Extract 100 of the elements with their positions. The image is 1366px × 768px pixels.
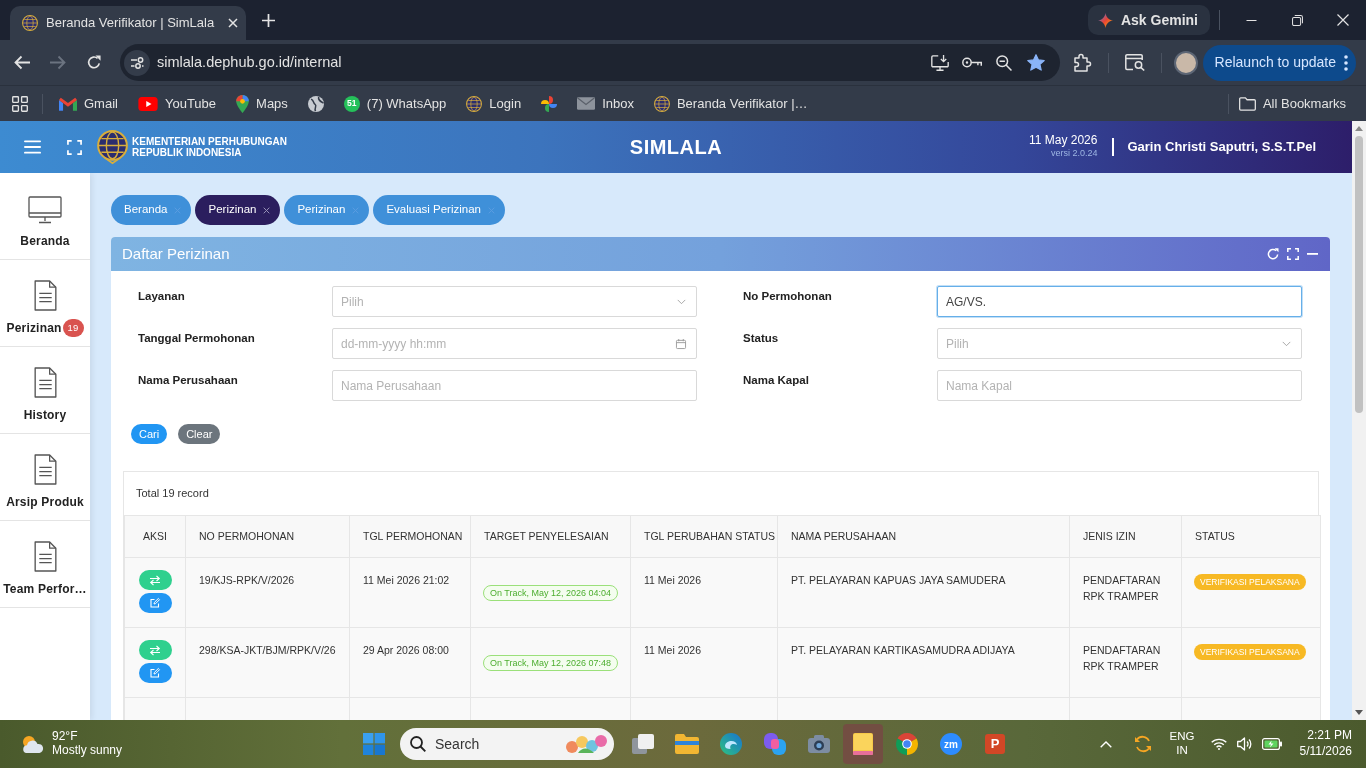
minimize-icon (1245, 19, 1257, 21)
table-cell: 11 Mei 2026 (630, 557, 778, 628)
puzzle-piece-icon (1073, 53, 1091, 72)
bookmark-link[interactable]: Beranda Verifikator |… (647, 90, 814, 117)
table-cell: 11 Mei 2026 21:02 (349, 557, 471, 628)
refresh-icon[interactable] (1267, 248, 1279, 260)
field-label: Nama Kapal (743, 373, 810, 388)
sidebar-item[interactable]: Team Perfor… (0, 521, 90, 608)
camera-icon (808, 735, 830, 753)
bookmark-link[interactable]: 51 (7) WhatsApp (337, 90, 453, 117)
monitor-icon (28, 196, 62, 224)
panel-title: Daftar Perizinan (122, 243, 231, 264)
sync-arrows-icon[interactable] (1133, 735, 1152, 753)
clock[interactable]: 2:21 PM 5/11/2026 (1299, 728, 1352, 760)
all-bookmarks-button[interactable]: All Bookmarks (1232, 90, 1352, 117)
site-settings-icon[interactable] (124, 49, 150, 76)
edit-button[interactable] (138, 593, 172, 613)
battery-charging-icon[interactable] (1261, 738, 1282, 750)
search-field[interactable]: Search (400, 728, 614, 760)
star-icon (1027, 54, 1045, 71)
document-icon (33, 280, 57, 311)
bookmark-link[interactable]: Login (460, 90, 528, 117)
swap-arrows-icon (150, 645, 160, 655)
back-arrow-icon (14, 55, 30, 70)
windows-logo-icon (363, 733, 385, 755)
ask-gemini-button[interactable]: Ask Gemini (1087, 5, 1210, 35)
column-header[interactable]: TGL PERMOHONAN (349, 515, 471, 558)
field-label: Status (743, 331, 780, 346)
p-logo: P (985, 734, 1005, 754)
fullscreen-icon (67, 139, 82, 155)
field-label: No Permohonan (743, 289, 833, 304)
weather-condition[interactable]: Mostly sunny (52, 744, 123, 758)
monitor-download-icon (931, 54, 949, 71)
key-icon (962, 57, 982, 68)
address-bar[interactable]: simlala.dephub.go.id/internal (120, 44, 1060, 81)
column-header[interactable]: JENIS IZIN (1069, 515, 1182, 558)
field-label: Tanggal Permohonan (138, 331, 256, 346)
volume-icon[interactable] (1236, 737, 1252, 751)
column-header[interactable]: TGL PERUBAHAN STATUS (630, 515, 778, 558)
user-name[interactable]: Garin Christi Saputri, S.S.T.Pel (1127, 137, 1316, 157)
wifi-icon[interactable] (1210, 738, 1227, 750)
sidebar-item[interactable]: Perizinan 19 (0, 260, 90, 347)
browser-tab[interactable]: Beranda Verifikator | SimLala (10, 6, 246, 40)
temperature[interactable]: 92°F (52, 730, 123, 744)
status-badge: VERIFIKASI PELAKSANA (1194, 574, 1306, 591)
sidebar-item[interactable]: Beranda (0, 173, 90, 260)
scroll-up-icon[interactable] (1355, 126, 1363, 131)
bookmark-link[interactable]: YouTube (131, 90, 223, 117)
bookmark-link[interactable]: Inbox (571, 90, 640, 117)
more-options-icon (1344, 54, 1348, 71)
overlapping-squares-icon (632, 734, 654, 754)
scrollbar[interactable] (1352, 121, 1366, 720)
status-badge: VERIFIKASI PELAKSANA (1194, 644, 1306, 661)
sun-cloud-icon[interactable] (20, 734, 44, 754)
column-header[interactable]: NO PERMOHONAN (185, 515, 350, 558)
sidebar-item[interactable]: Arsip Produk (0, 434, 90, 521)
date-field[interactable]: dd-mm-yyyy hh:mm (332, 328, 697, 359)
edit-button[interactable] (138, 663, 172, 683)
select-field[interactable]: Pilih (937, 328, 1302, 359)
close-icon[interactable] (263, 206, 271, 214)
bookmark-link[interactable]: Maps (230, 90, 294, 117)
calendar-icon[interactable] (676, 338, 686, 349)
column-header[interactable]: STATUS (1181, 515, 1321, 558)
fullscreen-icon[interactable] (1287, 248, 1299, 260)
column-header[interactable]: TARGET PENYELESAIAN (470, 515, 631, 558)
text-field[interactable]: Nama Kapal (937, 370, 1302, 401)
select-field[interactable]: Pilih (332, 286, 697, 317)
document-icon (33, 541, 57, 572)
table-cell: PENDAFTARAN RPK TRAMPER (1069, 557, 1182, 628)
message-count-badge: 51 (343, 95, 360, 112)
text-field[interactable]: Nama Perusahaan (332, 370, 697, 401)
bookmark-link[interactable]: Gmail (53, 90, 124, 117)
taskbar-app-button[interactable]: P (975, 724, 1015, 764)
scroll-down-icon[interactable] (1355, 710, 1363, 715)
pinwheel-icon (541, 95, 558, 112)
text-field[interactable]: AG/VS. (937, 286, 1302, 317)
page-tab[interactable]: Perizinan (195, 195, 281, 225)
globe-emblem-icon (22, 15, 38, 31)
status-badge: On Track, May 12, 2026 07:48 (482, 654, 619, 672)
edit-icon (150, 598, 160, 608)
column-header: AKSI (124, 515, 186, 558)
sidebar-item[interactable]: History (0, 347, 90, 434)
video-play-icon (137, 96, 158, 111)
chevron-up-icon[interactable] (1099, 740, 1112, 748)
search-icon (410, 736, 426, 752)
globe-icon (307, 95, 324, 112)
scrollbar-thumb[interactable] (1355, 136, 1363, 413)
relaunch-button[interactable]: Relaunch to update (1202, 44, 1356, 81)
language-indicator[interactable]: ENG IN (1169, 730, 1195, 758)
profile-avatar[interactable] (1174, 50, 1198, 75)
map-pin-icon (236, 94, 250, 113)
app-title: SIMLALA (629, 135, 723, 160)
record-count: Total 19 record (135, 486, 210, 502)
column-header[interactable]: NAMA PERUSAHAAN (777, 515, 1070, 558)
taskbar-app-button[interactable] (843, 724, 883, 764)
document-icon (33, 367, 57, 398)
reload-icon (86, 55, 102, 70)
clear-button[interactable]: Clear (178, 424, 221, 444)
globe-emblem-icon (466, 95, 483, 112)
globe-emblem-icon (97, 130, 128, 164)
